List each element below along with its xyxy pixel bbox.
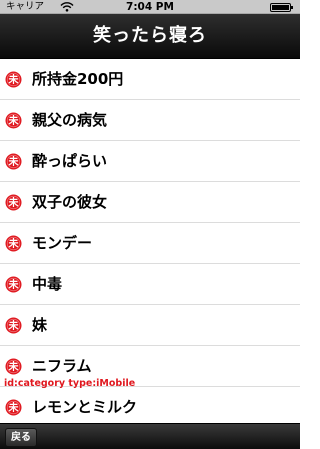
status-time: 7:04 PM (126, 1, 174, 13)
list-item[interactable]: 未 中毒 (0, 264, 300, 305)
unread-badge-icon: 未 (5, 194, 22, 211)
list-item-label: レモンとミルク (32, 398, 138, 416)
row-icon-glyph: 未 (8, 319, 19, 332)
battery-icon (270, 3, 293, 12)
app-screen: キャリア 7:04 PM 笑ったら寝ろ 未 所持金200円 未 親父の病気 未 … (0, 0, 300, 449)
list-item[interactable]: 未 妹 (0, 305, 300, 346)
row-icon-glyph: 未 (8, 278, 19, 291)
row-icon-glyph: 未 (8, 196, 19, 209)
unread-badge-icon: 未 (5, 276, 22, 293)
bottom-toolbar: 戻る (0, 423, 300, 449)
list-item[interactable]: 未 モンデー (0, 223, 300, 264)
page-title: 笑ったら寝ろ (93, 25, 207, 46)
unread-badge-icon: 未 (5, 399, 22, 416)
row-icon-glyph: 未 (8, 360, 19, 373)
list-item[interactable]: 未 レモンとミルク (0, 387, 300, 423)
list-item[interactable]: 未 双子の彼女 (0, 182, 300, 223)
unread-badge-icon: 未 (5, 112, 22, 129)
row-icon-glyph: 未 (8, 114, 19, 127)
row-icon-glyph: 未 (8, 155, 19, 168)
status-bar: キャリア 7:04 PM (0, 0, 300, 14)
row-icon-glyph: 未 (8, 237, 19, 250)
navigation-bar: 笑ったら寝ろ (0, 14, 300, 59)
back-button[interactable]: 戻る (5, 428, 37, 447)
category-list: 未 所持金200円 未 親父の病気 未 酔っぱらい 未 双子の彼女 未 モンデー… (0, 59, 300, 423)
list-item-label: モンデー (32, 234, 93, 252)
list-item-label: 酔っぱらい (32, 152, 108, 170)
unread-badge-icon: 未 (5, 71, 22, 88)
row-icon-glyph: 未 (8, 401, 19, 414)
list-item-label: 親父の病気 (32, 111, 108, 129)
list-item-label: 中毒 (32, 275, 63, 293)
unread-badge-icon: 未 (5, 317, 22, 334)
unread-badge-icon: 未 (5, 358, 22, 375)
unread-badge-icon: 未 (5, 153, 22, 170)
list-item[interactable]: 未 所持金200円 (0, 59, 300, 100)
unread-badge-icon: 未 (5, 235, 22, 252)
row-icon-glyph: 未 (8, 73, 19, 86)
list-item-label: 双子の彼女 (32, 193, 108, 211)
list-item-label: 妹 (32, 316, 48, 334)
debug-overlay-text: id:category type:iMobile (4, 378, 136, 389)
list-item[interactable]: 未 酔っぱらい (0, 141, 300, 182)
list-item[interactable]: 未 親父の病気 (0, 100, 300, 141)
list-item-label: 所持金200円 (32, 70, 124, 88)
